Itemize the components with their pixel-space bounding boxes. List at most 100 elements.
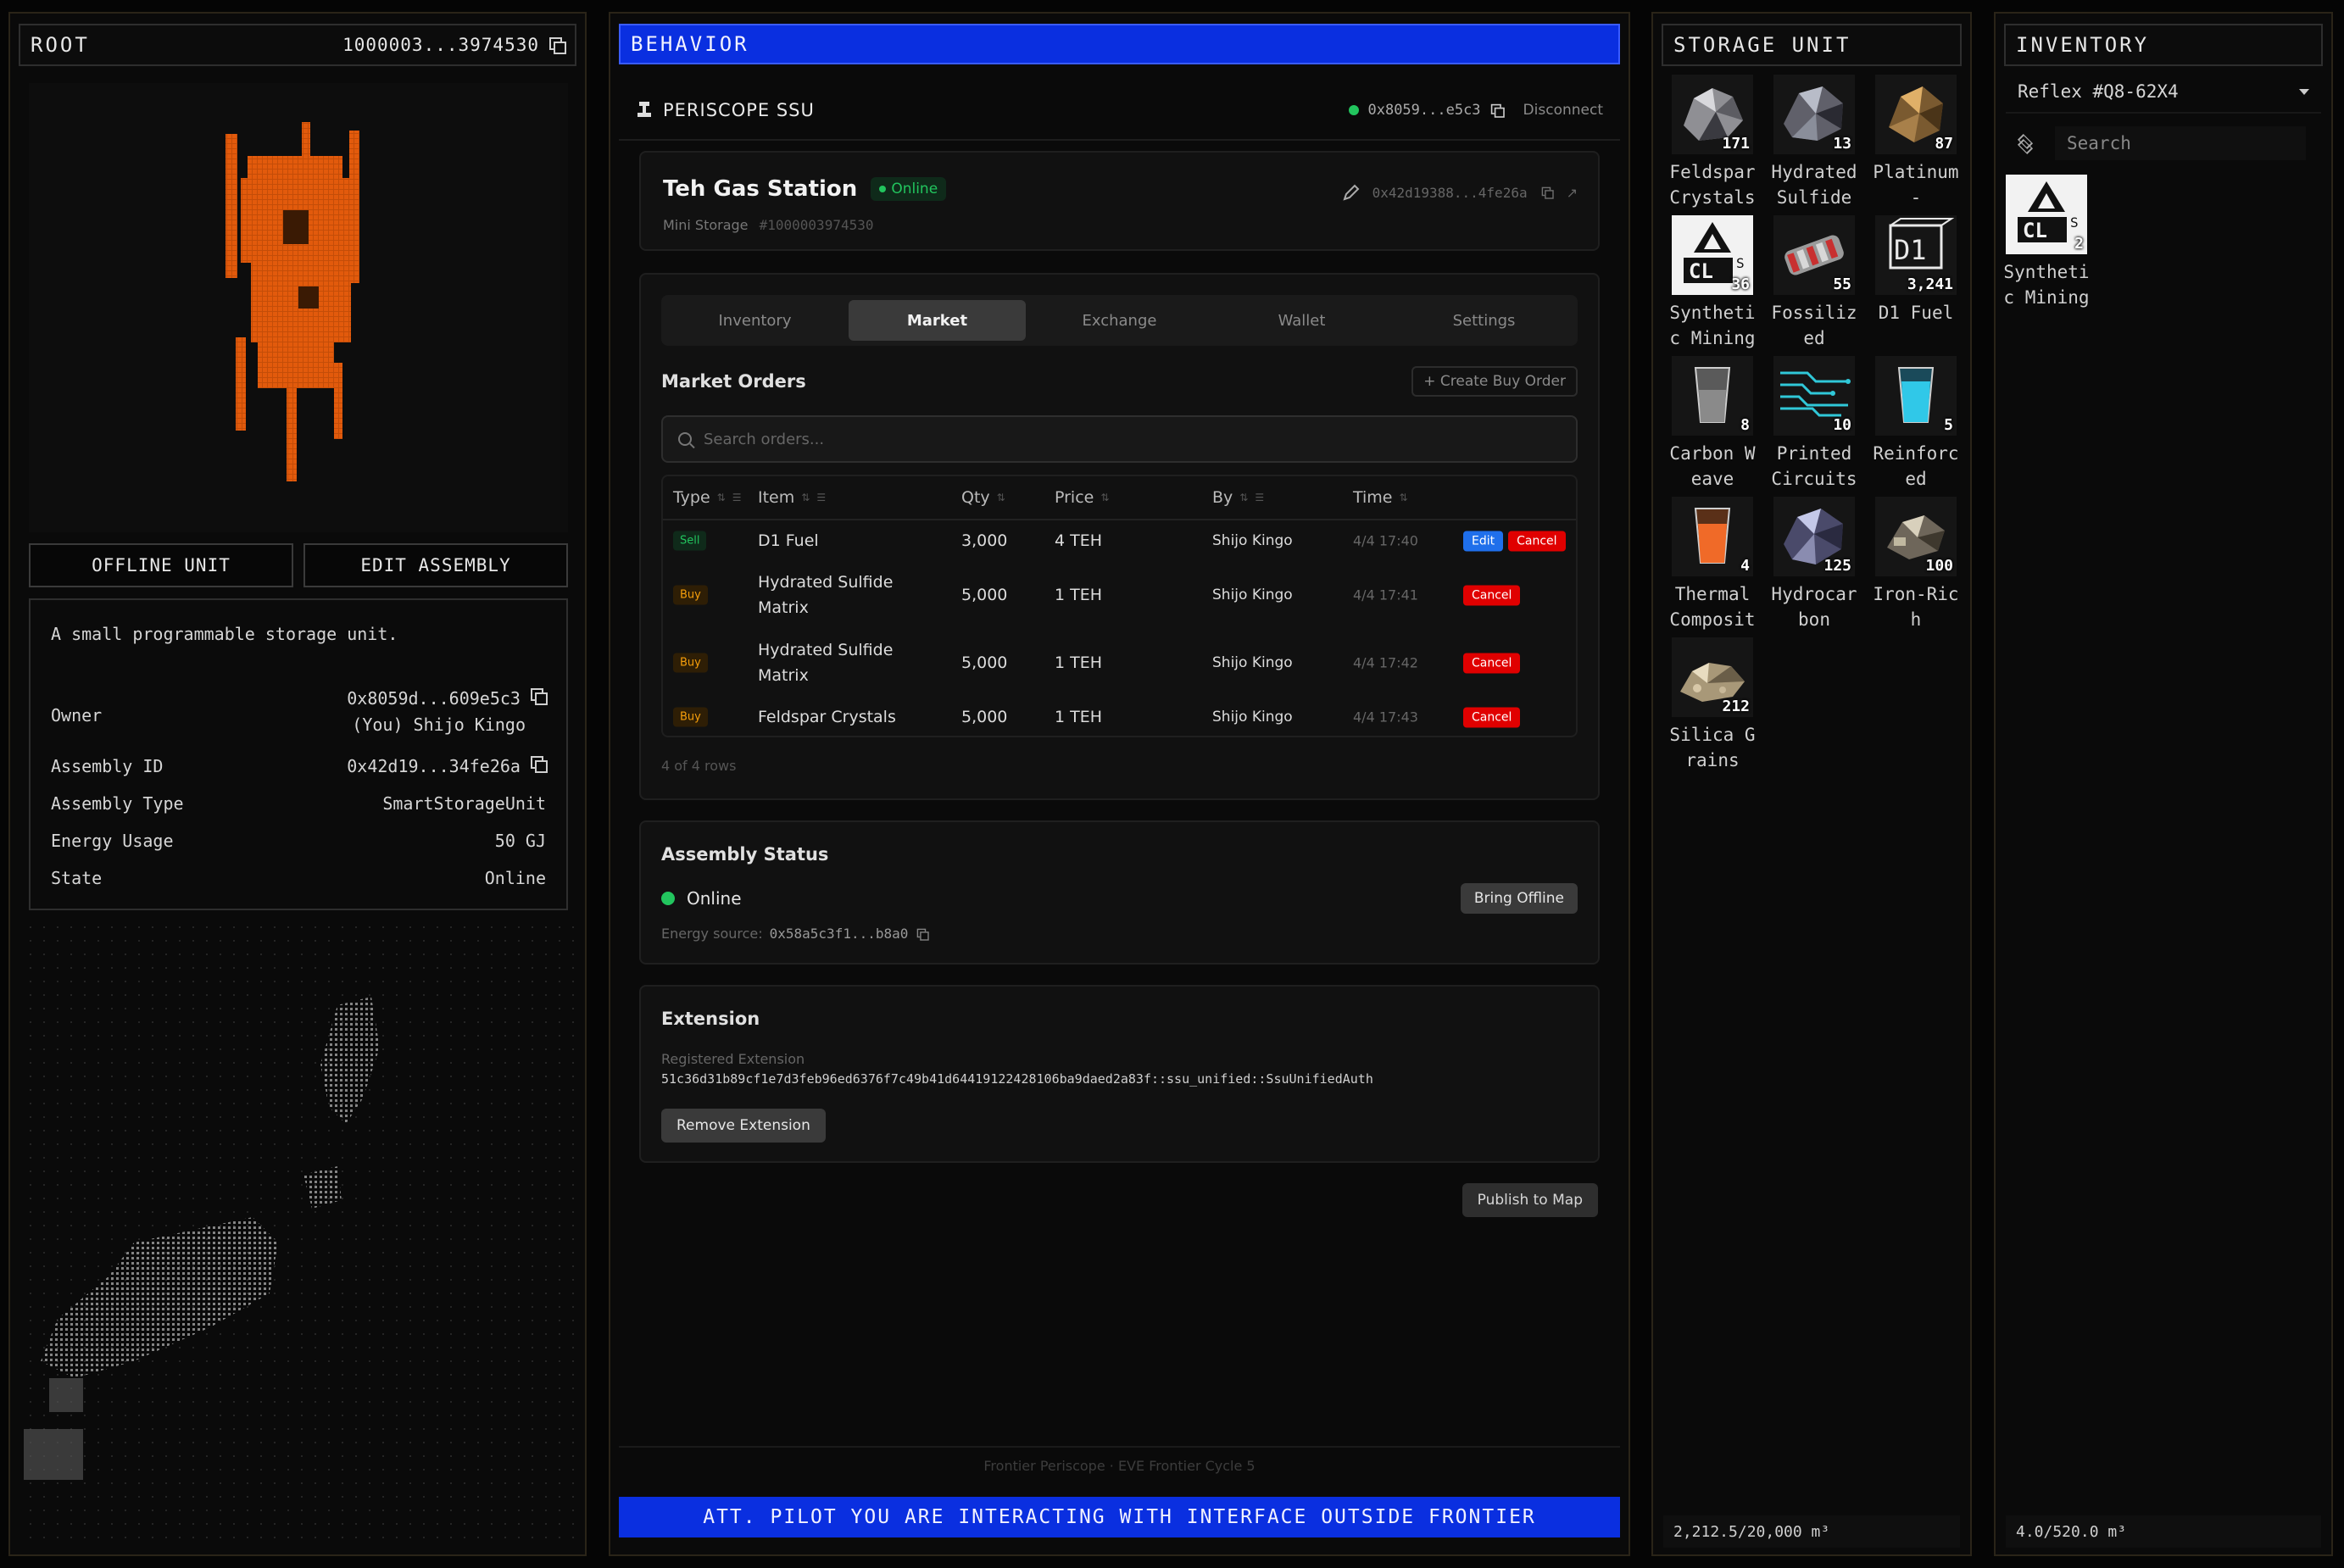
owner-label: Owner — [51, 705, 103, 726]
layers-icon[interactable] — [2016, 135, 2033, 152]
app-name: PERISCOPE SSU — [663, 100, 815, 120]
item-name: Reinforced — [1873, 443, 1959, 489]
col-qty[interactable]: Qty ⇅ — [961, 488, 1005, 507]
storage-item[interactable]: 10 Printed Circuits — [1767, 356, 1862, 490]
item-tile: CL S 36 — [1672, 215, 1753, 295]
warning-banner: ATT. PILOT YOU ARE INTERACTING WITH INTE… — [619, 1497, 1620, 1537]
rows-count: 4 of 4 rows — [661, 758, 737, 774]
item-quantity: 212 — [1722, 698, 1750, 715]
storage-item[interactable]: 125 Hydrocarbon — [1767, 497, 1862, 631]
star-map-graphic — [24, 920, 575, 1548]
publish-to-map-button[interactable]: Publish to Map — [1462, 1183, 1598, 1217]
root-id: 1000003...3974530 — [342, 35, 539, 55]
copy-icon[interactable] — [1490, 103, 1505, 118]
cancel-order-button[interactable]: Cancel — [1463, 707, 1521, 728]
cancel-order-button[interactable]: Cancel — [1463, 653, 1521, 674]
tab-wallet[interactable]: Wallet — [1213, 300, 1390, 341]
table-row[interactable]: Sell D1 Fuel 3,000 4 TEH Shijo Kingo 4/4… — [663, 520, 1576, 561]
energy-source-label: Energy source: — [661, 926, 763, 942]
sort-icon: ⇅ — [716, 492, 726, 503]
state-label: State — [51, 868, 103, 888]
copy-icon[interactable] — [917, 928, 930, 941]
sort-icon: ⇅ — [1399, 492, 1408, 503]
sort-icon: ⇅ — [996, 492, 1005, 503]
star-map[interactable] — [24, 920, 575, 1548]
item-quantity: 171 — [1722, 135, 1750, 153]
item-tile: 5 — [1875, 356, 1957, 436]
root-title: ROOT — [31, 33, 90, 57]
external-link-icon[interactable]: ↗ — [1567, 185, 1578, 201]
table-row[interactable]: Buy Hydrated Sulfide Matrix 5,000 1 TEH … — [663, 629, 1576, 697]
behavior-title: BEHAVIOR — [619, 24, 1620, 64]
storage-item[interactable]: 5 Reinforced — [1868, 356, 1963, 490]
copy-icon[interactable] — [531, 756, 548, 773]
orders-table: Type ⇅ ☰ Item ⇅ ☰ Qty ⇅ Price ⇅ By ⇅ ☰ Time ⇅ Sel… — [661, 475, 1578, 737]
col-price[interactable]: Price ⇅ — [1055, 488, 1109, 507]
copy-icon[interactable] — [1541, 186, 1554, 199]
edit-assembly-button[interactable]: EDIT ASSEMBLY — [303, 543, 568, 587]
pencil-icon[interactable] — [1342, 183, 1361, 202]
copy-icon[interactable] — [549, 37, 566, 54]
storage-item[interactable]: 171 Feldspar Crystals — [1665, 75, 1760, 209]
type-badge: Buy — [673, 653, 708, 673]
owner-address: 0x8059d...609e5c3 — [347, 688, 521, 709]
cancel-order-button[interactable]: Cancel — [1463, 585, 1521, 606]
item-quantity: 87 — [1935, 135, 1953, 153]
footer-text: Frontier Periscope · EVE Frontier Cycle … — [983, 1458, 1256, 1474]
edit-order-button[interactable]: Edit — [1463, 531, 1504, 552]
search-orders-input[interactable]: Search orders... — [661, 415, 1578, 463]
search-icon — [678, 432, 692, 446]
assembly-status-card: Assembly Status Online Bring Offline Ene… — [639, 820, 1600, 965]
table-row[interactable]: Buy Feldspar Crystals 5,000 1 TEH Shijo … — [663, 697, 1576, 737]
type-badge: Buy — [673, 707, 708, 727]
station-address: 0x42d19388...4fe26a — [1372, 184, 1528, 201]
copy-icon[interactable] — [531, 688, 548, 705]
storage-item[interactable]: CL S 36 Synthetic Mining — [1665, 215, 1760, 349]
col-type[interactable]: Type ⇅ ☰ — [673, 488, 741, 507]
storage-item[interactable]: 8 Carbon Weave — [1665, 356, 1760, 490]
create-buy-order-button[interactable]: + Create Buy Order — [1411, 366, 1578, 397]
storage-item[interactable]: D1 3,241 D1 Fuel — [1868, 215, 1963, 349]
tab-settings[interactable]: Settings — [1395, 300, 1573, 341]
table-row[interactable]: Buy Hydrated Sulfide Matrix 5,000 1 TEH … — [663, 561, 1576, 629]
assembly-type-label: Assembly Type — [51, 793, 184, 814]
item-quantity: 10 — [1833, 416, 1851, 434]
item-quantity: 4 — [1740, 557, 1750, 575]
assembly-type: SmartStorageUnit — [382, 793, 546, 814]
station-name: Teh Gas Station — [663, 176, 858, 202]
col-time[interactable]: Time ⇅ — [1353, 488, 1408, 507]
item-tile: 125 — [1773, 497, 1855, 576]
storage-item[interactable]: 13 Hydrated Sulfide — [1767, 75, 1862, 209]
remove-extension-button[interactable]: Remove Extension — [661, 1109, 826, 1143]
item-tile: 10 — [1773, 356, 1855, 436]
assembly-model-viewer[interactable] — [29, 83, 568, 532]
item-name: Synthetic Mining — [1669, 303, 1756, 348]
item-name: Printed Circuits — [1771, 443, 1857, 489]
offline-unit-button[interactable]: OFFLINE UNIT — [29, 543, 293, 587]
storage-item[interactable]: 55 Fossilized — [1767, 215, 1862, 349]
cancel-order-button[interactable]: Cancel — [1508, 531, 1566, 552]
bring-offline-button[interactable]: Bring Offline — [1460, 883, 1578, 914]
item-tile: 4 — [1672, 497, 1753, 576]
status-badge: Online — [871, 177, 947, 201]
storage-item[interactable]: 212 Silica Grains — [1665, 637, 1760, 771]
app-header: PERISCOPE SSU 0x8059...e5c3 Disconnect — [619, 81, 1620, 141]
col-item[interactable]: Item ⇅ ☰ — [758, 488, 826, 507]
tab-exchange[interactable]: Exchange — [1031, 300, 1208, 341]
inventory-search-input[interactable]: Search — [2055, 126, 2306, 160]
extension-value: 51c36d31b89cf1e7d3feb96ed6376f7c49b41d64… — [661, 1071, 1373, 1087]
item-name: Platinum - — [1873, 162, 1959, 208]
storage-item[interactable]: 4 Thermal Composit — [1665, 497, 1760, 631]
tab-inventory[interactable]: Inventory — [666, 300, 844, 341]
storage-item[interactable]: 87 Platinum - — [1868, 75, 1963, 209]
storage-unit-panel: STORAGE UNIT 171 Feldspar Crystals 13 Hydra… — [1651, 12, 1972, 1556]
sort-icon: ⇅ — [1100, 492, 1110, 503]
ship-select[interactable]: Reflex #Q8-62X4 — [2006, 71, 2321, 114]
assembly-id: 0x42d19...34fe26a — [347, 756, 521, 776]
col-by[interactable]: By ⇅ ☰ — [1212, 488, 1264, 507]
tab-market[interactable]: Market — [849, 300, 1026, 341]
inventory-item[interactable]: CL S 2 Synthetic Mining — [1999, 175, 2094, 310]
storage-item[interactable]: 100 Iron-Rich — [1868, 497, 1963, 631]
item-name: Fossilized — [1771, 303, 1857, 348]
disconnect-button[interactable]: Disconnect — [1523, 102, 1603, 119]
